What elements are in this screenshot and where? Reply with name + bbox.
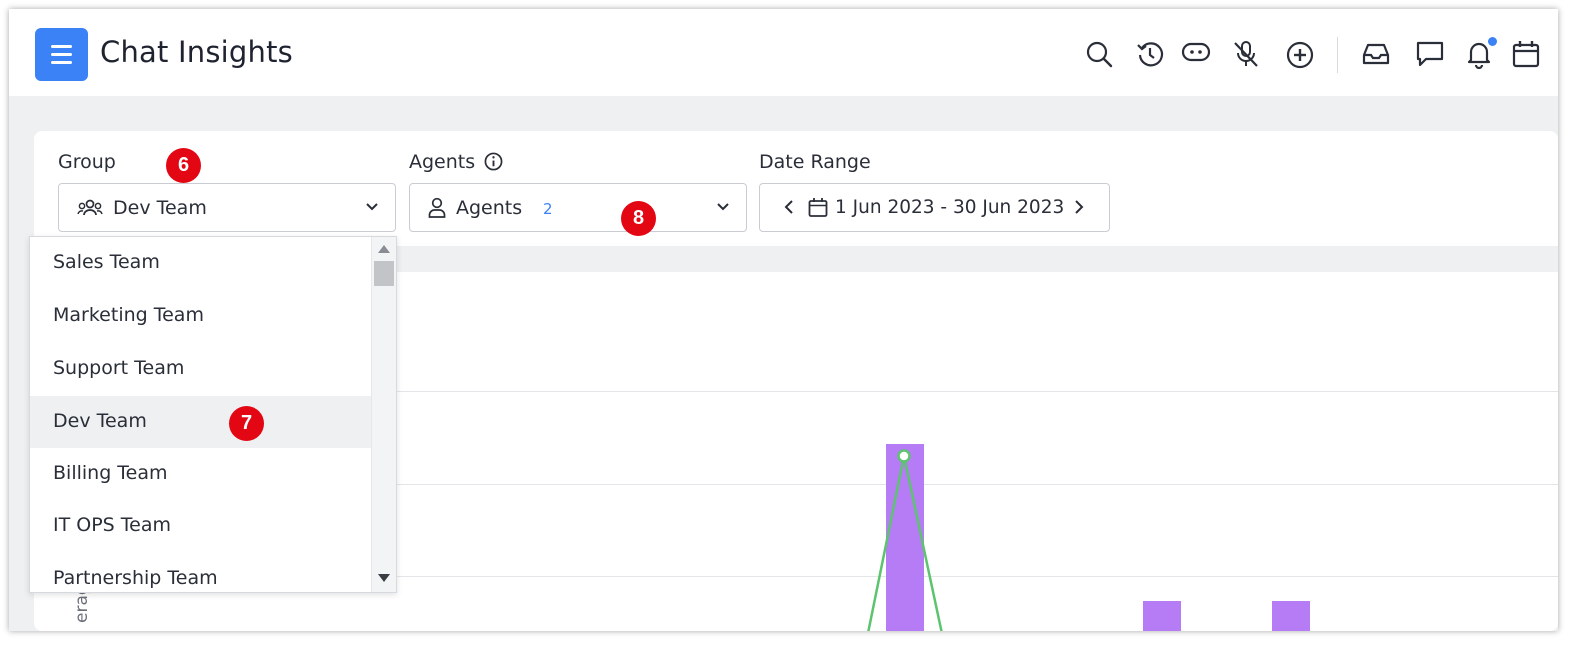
dropdown-item-dev-team[interactable]: Dev Team: [30, 396, 371, 448]
dropdown-item-billing-team[interactable]: Billing Team: [30, 448, 371, 500]
agents-value: Agents: [456, 197, 523, 219]
page-title: Chat Insights: [100, 35, 293, 69]
menu-icon[interactable]: [35, 28, 88, 81]
agents-count-badge: 2: [543, 200, 553, 218]
chat-icon[interactable]: [1415, 39, 1445, 69]
dropdown-scrollbar[interactable]: [371, 237, 396, 592]
date-range-label: Date Range: [759, 151, 871, 173]
dropdown-item-it-ops-team[interactable]: IT OPS Team: [30, 500, 371, 552]
chevron-left-icon[interactable]: [782, 199, 796, 215]
agents-label: Agents: [409, 151, 503, 173]
add-circle-icon[interactable]: [1285, 39, 1315, 69]
chart-bar: [1143, 601, 1181, 631]
search-icon[interactable]: [1084, 39, 1114, 69]
group-label: Group: [58, 151, 116, 173]
scroll-up-arrow-icon[interactable]: [378, 245, 390, 253]
group-select[interactable]: Dev Team: [58, 183, 396, 232]
inbox-icon[interactable]: [1361, 39, 1391, 69]
annotation-badge-6: 6: [166, 148, 201, 183]
dropdown-item-sales-team[interactable]: Sales Team: [30, 237, 371, 289]
user-icon: [428, 197, 446, 218]
agents-select[interactable]: Agents 2: [409, 183, 747, 232]
chevron-right-icon[interactable]: [1072, 199, 1086, 215]
chart-bar: [886, 444, 924, 631]
team-icon: [77, 199, 103, 216]
dropdown-item-support-team[interactable]: Support Team: [30, 343, 371, 395]
calendar-icon[interactable]: [1511, 39, 1541, 69]
bot-icon[interactable]: [1181, 39, 1211, 69]
mic-off-icon[interactable]: [1231, 39, 1261, 69]
top-bar: Chat Insights: [9, 9, 1558, 96]
dropdown-item-marketing-team[interactable]: Marketing Team: [30, 290, 371, 342]
calendar-icon: [808, 198, 828, 217]
annotation-badge-7: 7: [229, 406, 264, 441]
group-value: Dev Team: [113, 197, 207, 219]
group-dropdown-list[interactable]: Sales Team Marketing Team Support Team D…: [29, 236, 397, 593]
date-range-picker[interactable]: 1 Jun 2023 - 30 Jun 2023: [759, 183, 1110, 232]
dropdown-item-partnership-team[interactable]: Partnership Team: [30, 553, 371, 592]
info-icon[interactable]: [484, 152, 503, 171]
scrollbar-thumb[interactable]: [374, 261, 394, 286]
date-range-value: 1 Jun 2023 - 30 Jun 2023: [835, 197, 1065, 218]
scroll-down-arrow-icon[interactable]: [378, 574, 390, 582]
chart-bar: [1272, 601, 1310, 631]
agents-label-text: Agents: [409, 151, 476, 173]
notification-dot: [1487, 36, 1498, 47]
annotation-badge-8: 8: [621, 201, 656, 236]
toolbar-divider: [1337, 37, 1338, 73]
chevron-down-icon: [717, 203, 729, 211]
chevron-down-icon: [366, 203, 378, 211]
history-icon[interactable]: [1135, 39, 1165, 69]
